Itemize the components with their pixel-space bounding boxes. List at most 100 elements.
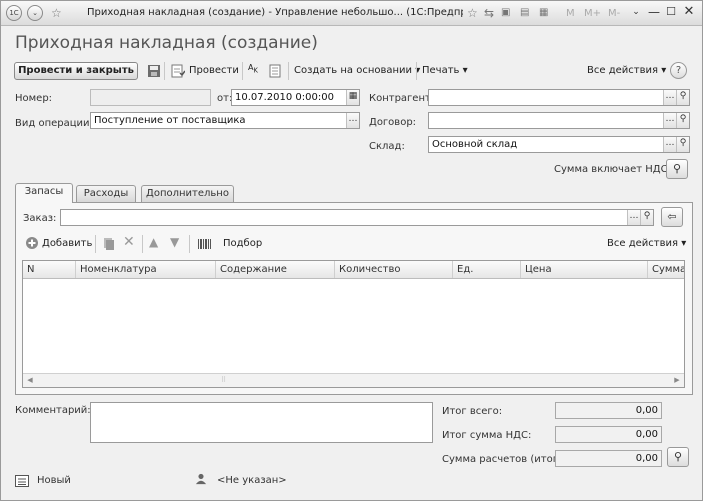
vat-total-field: 0,00	[555, 426, 662, 443]
operation-value: Поступление от поставщика	[94, 115, 246, 126]
delete-icon[interactable]: ✕	[123, 234, 135, 250]
toolbar-separator	[416, 62, 417, 80]
warehouse-label: Склад:	[369, 141, 405, 152]
table-header: N Номенклатура Содержание Количество Ед.…	[23, 261, 684, 279]
report-icon[interactable]	[268, 64, 282, 78]
movements-icon[interactable]: AK	[248, 63, 258, 75]
calc-total-field: 0,00	[555, 450, 662, 467]
barcode-icon[interactable]	[197, 237, 211, 251]
inventory-table[interactable]: N Номенклатура Содержание Количество Ед.…	[22, 260, 685, 388]
select-ellipsis-button[interactable]: …	[663, 137, 676, 152]
title-bar: 1С ⌄ ☆ Приходная накладная (создание) - …	[1, 1, 702, 26]
total-field: 0,00	[555, 402, 662, 419]
table-all-actions-menu[interactable]: Все действия ▾	[607, 238, 686, 249]
help-button[interactable]: ?	[670, 62, 687, 79]
toolbar-separator	[95, 235, 96, 253]
toolbar-separator	[142, 235, 143, 253]
column-header-quantity[interactable]: Количество	[335, 261, 453, 278]
tab-inventory[interactable]: Запасы	[15, 183, 73, 203]
select-ellipsis-button[interactable]: …	[627, 210, 640, 225]
open-search-icon[interactable]: ⚲	[676, 90, 689, 105]
user-icon	[195, 473, 207, 485]
print-menu[interactable]: Печать ▾	[422, 65, 468, 76]
document-icon[interactable]: ▤	[520, 5, 529, 21]
post-icon[interactable]	[171, 64, 185, 78]
all-actions-menu[interactable]: Все действия ▾	[587, 65, 666, 76]
create-based-on-menu[interactable]: Создать на основании ▾	[294, 65, 420, 76]
select-ellipsis-button[interactable]: …	[663, 113, 676, 128]
memory-plus-button[interactable]: M+	[584, 8, 601, 19]
chevron-down-icon: ▾	[661, 65, 667, 76]
memory-minus-button[interactable]: M-	[608, 8, 620, 19]
column-header-content[interactable]: Содержание	[216, 261, 335, 278]
calc-total-search-icon[interactable]: ⚲	[667, 447, 689, 467]
order-field[interactable]: … ⚲	[60, 209, 654, 226]
move-down-icon[interactable]: ▼	[170, 235, 179, 249]
tab-additional[interactable]: Дополнительно	[141, 185, 234, 202]
column-header-unit[interactable]: Ед.	[453, 261, 521, 278]
column-header-price[interactable]: Цена	[521, 261, 648, 278]
all-actions-label: Все действия	[587, 65, 658, 76]
column-header-item[interactable]: Номенклатура	[76, 261, 216, 278]
open-search-icon[interactable]: ⚲	[676, 137, 689, 152]
table-all-actions-label: Все действия	[607, 238, 678, 249]
create-based-on-label: Создать на основании	[294, 65, 413, 76]
chevron-down-icon: ▾	[681, 238, 687, 249]
selection-button[interactable]: Подбор	[223, 238, 262, 249]
number-field[interactable]	[90, 89, 211, 106]
close-button[interactable]: ✕	[681, 4, 697, 20]
minimize-button[interactable]: —	[646, 4, 662, 20]
save-icon[interactable]	[147, 64, 161, 78]
star-icon[interactable]: ☆	[51, 5, 62, 21]
select-ellipsis-button[interactable]: …	[663, 90, 676, 105]
responsible-user[interactable]: <Не указан>	[217, 475, 287, 486]
memory-m-button[interactable]: M	[566, 8, 575, 19]
date-field[interactable]: 10.07.2010 0:00:00 ▦	[231, 89, 360, 106]
scroll-thumb-grip[interactable]: ⠿	[221, 374, 226, 387]
select-ellipsis-button[interactable]: …	[346, 113, 359, 128]
post-and-close-button[interactable]: Провести и закрыть	[14, 62, 138, 80]
operation-label: Вид операции:	[15, 118, 93, 129]
operation-field[interactable]: Поступление от поставщика …	[90, 112, 360, 129]
menu-icon[interactable]: ⌄	[27, 5, 43, 21]
calendar-picker-icon[interactable]: ▦	[346, 90, 359, 105]
toolbar-separator	[164, 62, 165, 80]
scroll-left-icon[interactable]: ◀	[23, 374, 37, 387]
warehouse-value: Основной склад	[432, 139, 518, 150]
open-search-icon[interactable]: ⚲	[640, 210, 653, 225]
warehouse-field[interactable]: Основной склад … ⚲	[428, 136, 690, 153]
open-search-icon[interactable]: ⚲	[676, 113, 689, 128]
link-icon[interactable]: ⇆	[484, 5, 494, 21]
order-label: Заказ:	[23, 213, 57, 224]
contract-field[interactable]: … ⚲	[428, 112, 690, 129]
post-button[interactable]: Провести	[189, 65, 239, 76]
move-up-icon[interactable]: ▲	[149, 235, 158, 249]
maximize-button[interactable]: ☐	[663, 4, 679, 20]
app-window: 1С ⌄ ☆ Приходная накладная (создание) - …	[0, 0, 703, 501]
vat-included-label: Сумма включает НДС	[554, 164, 668, 175]
tab-expenses[interactable]: Расходы	[76, 185, 136, 202]
toolbar-separator	[242, 62, 243, 80]
column-header-amount[interactable]: Сумма	[648, 261, 684, 278]
add-icon[interactable]	[25, 236, 39, 250]
toolbar-separator	[189, 235, 190, 253]
document-state: Новый	[37, 475, 71, 486]
favorite-star-icon[interactable]: ☆	[467, 5, 478, 21]
horizontal-scrollbar[interactable]: ◀ ⠿ ▶	[23, 373, 684, 387]
comment-field[interactable]	[90, 402, 433, 443]
vat-settings-search-icon[interactable]: ⚲	[666, 159, 688, 179]
print-icon[interactable]: ▣	[501, 5, 510, 21]
contract-label: Договор:	[369, 117, 417, 128]
calendar-icon[interactable]: ▦	[539, 5, 548, 21]
comment-label: Комментарий:	[15, 405, 91, 416]
copy-icon[interactable]	[102, 237, 116, 251]
app-logo-icon[interactable]: 1С	[6, 5, 22, 21]
counterparty-label: Контрагент:	[369, 93, 435, 104]
scroll-right-icon[interactable]: ▶	[670, 374, 684, 387]
dropdown-icon[interactable]: ⌄	[628, 4, 644, 20]
counterparty-field[interactable]: … ⚲	[428, 89, 690, 106]
fill-from-order-icon[interactable]: ⇦	[661, 207, 683, 227]
add-row-button[interactable]: Добавить	[42, 238, 92, 249]
column-header-number[interactable]: N	[23, 261, 76, 278]
toolbar-separator	[288, 62, 289, 80]
